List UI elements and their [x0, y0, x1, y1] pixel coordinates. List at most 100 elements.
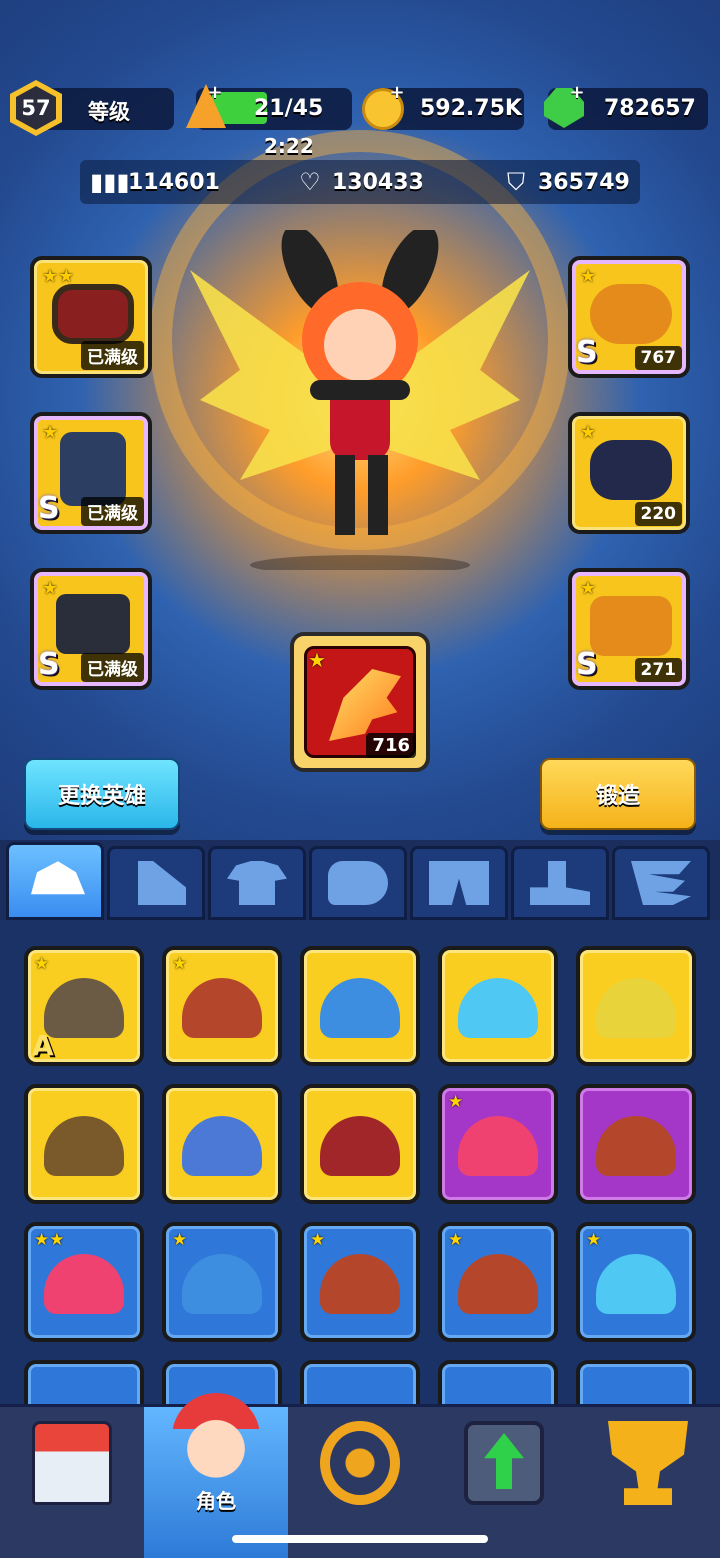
item-stars: ★: [34, 954, 50, 974]
inventory-item-police-cap[interactable]: ★: [162, 1222, 282, 1342]
resource-bar: 等级 57 + 21/45 2:22 + 592.75K + 782657: [0, 80, 720, 158]
tab-wings[interactable]: [612, 846, 710, 920]
inventory-item-headphones[interactable]: ★: [438, 1084, 558, 1204]
slot-stars: ★: [580, 422, 597, 443]
inventory-item-headphones[interactable]: ★★: [24, 1222, 144, 1342]
slot-level: 767: [634, 346, 682, 370]
inventory-item-partial[interactable]: [300, 1360, 420, 1404]
level-label: 等级: [88, 100, 130, 124]
slot-status: 已满级: [81, 653, 144, 682]
change-hero-button[interactable]: 更换英雄: [24, 758, 180, 830]
tab-pants[interactable]: [410, 846, 508, 920]
shirt-icon: [227, 861, 287, 905]
attack-value: 114601: [128, 169, 220, 195]
equip-slot-belt[interactable]: ★ S 已满级: [30, 568, 152, 690]
inventory-item-partial[interactable]: [576, 1360, 696, 1404]
equip-slot-vest[interactable]: ★ S 已满级: [30, 412, 152, 534]
gems-plus-icon[interactable]: +: [568, 84, 586, 102]
tab-hat[interactable]: [6, 842, 104, 920]
tab-armor-left[interactable]: [107, 846, 205, 920]
slot-stars: ★: [580, 266, 597, 287]
equip-slot-goggles[interactable]: ★★ 已满级: [30, 256, 152, 378]
coins-plus-icon[interactable]: +: [388, 84, 406, 102]
health-stat: ♡ 130433: [294, 168, 424, 196]
item-stars: ★: [310, 1230, 326, 1250]
weapon-stars: ★: [308, 648, 326, 672]
slot-grade: S: [38, 647, 60, 682]
slot-stars: ★: [42, 578, 59, 599]
slot-stars: ★: [580, 578, 597, 599]
inventory-item-army-helmet[interactable]: ★ A: [24, 946, 144, 1066]
fire-wing-icon: [329, 669, 401, 741]
helmet-icon: [590, 284, 672, 344]
inventory-item-police-cap[interactable]: [300, 946, 420, 1066]
hero-stats-bar: ▮▮▮ 114601 ♡ 130433 ⛉ 365749: [80, 160, 640, 204]
attack-stat: ▮▮▮ 114601: [90, 168, 220, 196]
item-stars: ★: [586, 1230, 602, 1250]
inventory-grid: ★ A ★ ★ ★★ ★ ★ ★ ★: [0, 920, 720, 1404]
police-cap-icon: [320, 978, 400, 1038]
slot-status: 已满级: [81, 497, 144, 526]
slot-grade: S: [38, 491, 60, 526]
crosshair-icon: [320, 1421, 400, 1505]
shield-icon: ⛉: [507, 168, 525, 196]
slot-level: 220: [634, 502, 682, 526]
headphones-icon: [458, 1116, 538, 1176]
glove-icon: [590, 440, 672, 500]
inventory-item-red-goggles[interactable]: [300, 1084, 420, 1204]
nav-trophy[interactable]: [576, 1407, 720, 1558]
shop-icon: [32, 1421, 112, 1505]
tab-gloves[interactable]: [309, 846, 407, 920]
cowboy-hat-icon: [596, 1116, 676, 1176]
defense-value: 365749: [538, 169, 630, 195]
weapon-slot[interactable]: ★ 716: [290, 632, 430, 772]
item-stars: ★: [448, 1092, 464, 1112]
forge-button[interactable]: 锻造: [540, 758, 696, 830]
glove-icon: [328, 861, 388, 905]
inventory-item-ski-goggles[interactable]: ★: [576, 1222, 696, 1342]
belt-icon: [56, 594, 130, 654]
item-grade: A: [32, 1029, 54, 1062]
cowboy-hat-icon: [182, 978, 262, 1038]
slot-grade: S: [576, 335, 598, 370]
army-helmet-icon: [44, 978, 124, 1038]
inventory-item-cowboy-hat[interactable]: [576, 1084, 696, 1204]
cowboy-hat-icon: [458, 1254, 538, 1314]
steampunk-goggles-icon: [44, 1116, 124, 1176]
cowboy-hat-icon: [320, 1254, 400, 1314]
miner-helmet-icon: [596, 978, 676, 1038]
ammo-icon: ▮▮▮: [90, 168, 130, 196]
ski-goggles-icon: [458, 978, 538, 1038]
home-indicator: [232, 1535, 488, 1543]
hero-character: [190, 230, 530, 570]
inventory-item-ski-goggles[interactable]: [438, 946, 558, 1066]
equip-slot-gloves[interactable]: ★ 220: [568, 412, 690, 534]
item-stars: ★: [172, 1230, 188, 1250]
inventory-item-cowboy-hat[interactable]: ★: [162, 946, 282, 1066]
slot-grade: S: [576, 647, 598, 682]
goggles-icon: [52, 284, 134, 344]
inventory-item-partial[interactable]: [438, 1360, 558, 1404]
defense-stat: ⛉ 365749: [500, 168, 630, 196]
energy-value: 21/45: [254, 96, 324, 121]
nav-label-character: 角色: [196, 1489, 236, 1513]
inventory-item-swat-helmet[interactable]: [162, 1084, 282, 1204]
tab-boots[interactable]: [511, 846, 609, 920]
nav-shop[interactable]: [0, 1407, 144, 1558]
cap-icon: [31, 861, 85, 895]
equip-slot-boots[interactable]: ★ S 271: [568, 568, 690, 690]
tab-shirt[interactable]: [208, 846, 306, 920]
item-stars: ★★: [34, 1230, 65, 1250]
item-stars: ★: [172, 954, 188, 974]
inventory-item-miner-helmet[interactable]: [576, 946, 696, 1066]
inventory-item-steampunk-goggles[interactable]: [24, 1084, 144, 1204]
pants-icon: [429, 861, 489, 905]
inventory-item-cowboy-hat[interactable]: ★: [438, 1222, 558, 1342]
energy-plus-icon[interactable]: +: [206, 84, 224, 102]
inventory-item-partial[interactable]: [24, 1360, 144, 1404]
slot-stars: ★: [42, 422, 59, 443]
heart-icon: ♡: [299, 168, 321, 196]
headphones-icon: [44, 1254, 124, 1314]
inventory-item-cowboy-hat[interactable]: ★: [300, 1222, 420, 1342]
equip-slot-helmet[interactable]: ★ S 767: [568, 256, 690, 378]
